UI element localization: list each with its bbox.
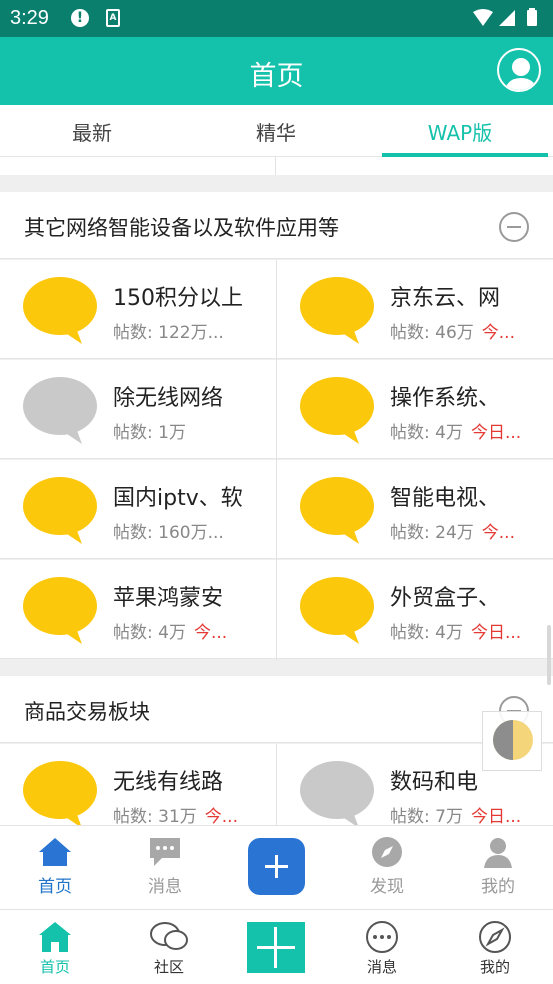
- forum-name: 无线有线路: [113, 770, 224, 795]
- forum-meta: 帖数: 160万...: [113, 523, 224, 543]
- compass-icon: [332, 836, 442, 868]
- forum-bubble-icon: [23, 377, 97, 444]
- forum-meta: 帖数: 4万 今...: [113, 623, 228, 643]
- user-icon: [443, 836, 553, 868]
- plus-icon: [265, 855, 288, 878]
- post-button[interactable]: [248, 838, 305, 895]
- avatar[interactable]: [497, 48, 541, 92]
- forum-name: 苹果鸿蒙安: [113, 586, 224, 611]
- status-bar: 3:29 ! A: [0, 0, 553, 37]
- nav-mine[interactable]: 我的: [443, 836, 553, 897]
- home-icon: [0, 836, 110, 868]
- forum-item[interactable]: 无线有线路 帖数: 31万 今...: [0, 744, 276, 825]
- alert-icon: !: [71, 9, 89, 27]
- forum-item[interactable]: 150积分以上 帖数: 122万...: [0, 260, 276, 359]
- home-icon: [0, 920, 110, 954]
- forum-meta: 帖数: 7万 今日...: [390, 807, 522, 825]
- forum-bubble-icon: [300, 761, 374, 825]
- page-title: 首页: [249, 61, 304, 92]
- post-button[interactable]: [247, 922, 305, 973]
- forum-meta: 帖数: 4万 今日...: [390, 623, 522, 643]
- forum-bubble-icon: [23, 477, 97, 544]
- forum-bubble-icon: [300, 577, 374, 644]
- status-time: 3:29: [10, 7, 49, 29]
- collapse-icon[interactable]: [499, 212, 529, 242]
- tab-featured[interactable]: 精华: [184, 117, 368, 146]
- system-status-icons: [473, 8, 537, 26]
- app-notification-icon: A: [106, 9, 120, 27]
- scrollbar[interactable]: [547, 625, 551, 685]
- nav-home[interactable]: 首页: [0, 836, 110, 897]
- wifi-icon: [473, 9, 493, 26]
- bottom-nav-secondary: 首页 社区 消息 我的: [0, 909, 553, 984]
- forum-meta: 帖数: 122万...: [113, 323, 224, 343]
- nav-discover[interactable]: 发现: [332, 836, 442, 897]
- forum-meta: 帖数: 31万 今...: [113, 807, 238, 825]
- tab-bar: 最新 精华 WAP版: [0, 105, 553, 157]
- forum-bubble-icon: [23, 761, 97, 825]
- forum-meta: 帖数: 1万: [113, 423, 186, 443]
- section-header: 商品交易板块: [0, 676, 553, 743]
- moon-icon: [493, 720, 533, 760]
- forum-name: 除无线网络: [113, 386, 224, 411]
- nav-community[interactable]: 社区: [114, 920, 224, 977]
- signal-icon: [499, 10, 515, 26]
- forum-name: 操作系统、: [390, 386, 501, 411]
- forum-list[interactable]: 其它网络智能设备以及软件应用等 150积分以上 帖数: 122万... 京东云、…: [0, 157, 553, 825]
- night-mode-button[interactable]: [482, 711, 542, 771]
- app-header: 首页: [0, 37, 553, 105]
- forum-bubble-icon: [23, 577, 97, 644]
- chat-bubbles-icon: [114, 920, 224, 954]
- nav-messages[interactable]: 消息: [110, 836, 220, 897]
- forum-item[interactable]: 外贸盒子、 帖数: 4万 今日...: [277, 560, 553, 659]
- nav-mine[interactable]: 我的: [440, 920, 550, 977]
- forum-bubble-icon: [23, 277, 97, 344]
- forum-meta: 帖数: 4万 今日...: [390, 423, 522, 443]
- forum-item[interactable]: 苹果鸿蒙安 帖数: 4万 今...: [0, 560, 276, 659]
- forum-name: 国内iptv、软: [113, 486, 243, 511]
- plus-icon: [257, 927, 295, 968]
- message-dots-icon: [327, 920, 437, 954]
- section-header: 其它网络智能设备以及软件应用等: [0, 192, 553, 259]
- partial-row: [0, 157, 553, 175]
- forum-item[interactable]: 操作系统、 帖数: 4万 今日...: [277, 360, 553, 459]
- forum-meta: 帖数: 24万 今...: [390, 523, 515, 543]
- forum-name: 150积分以上: [113, 286, 243, 311]
- section-title: 商品交易板块: [24, 700, 150, 724]
- forum-bubble-icon: [300, 277, 374, 344]
- forum-meta: 帖数: 46万 今...: [390, 323, 515, 343]
- forum-name: 智能电视、: [390, 486, 501, 511]
- forum-name: 京东云、网: [390, 286, 501, 311]
- forum-bubble-icon: [300, 377, 374, 444]
- forum-item[interactable]: 京东云、网 帖数: 46万 今...: [277, 260, 553, 359]
- battery-icon: [527, 10, 537, 26]
- section-title: 其它网络智能设备以及软件应用等: [24, 216, 339, 240]
- forum-bubble-icon: [300, 477, 374, 544]
- forum-name: 外贸盒子、: [390, 586, 501, 611]
- forum-item[interactable]: 智能电视、 帖数: 24万 今...: [277, 460, 553, 559]
- bottom-nav-primary: 首页 消息 发现 我的: [0, 825, 553, 909]
- tab-wap[interactable]: WAP版: [368, 117, 552, 146]
- forum-name: 数码和电: [390, 770, 479, 795]
- forum-item[interactable]: 国内iptv、软 帖数: 160万...: [0, 460, 276, 559]
- nav-messages[interactable]: 消息: [327, 920, 437, 977]
- forum-item[interactable]: 除无线网络 帖数: 1万: [0, 360, 276, 459]
- message-icon: [110, 836, 220, 868]
- compass-icon: [440, 920, 550, 954]
- tab-latest[interactable]: 最新: [0, 117, 184, 146]
- nav-home[interactable]: 首页: [0, 920, 110, 977]
